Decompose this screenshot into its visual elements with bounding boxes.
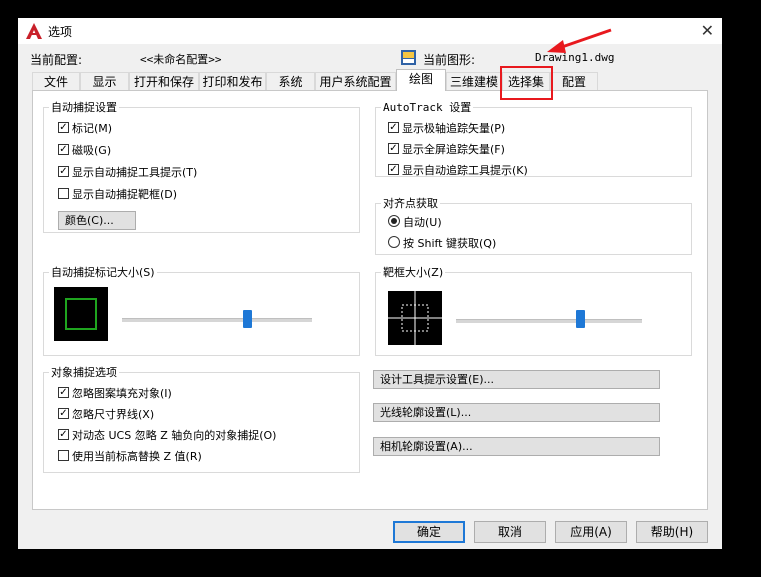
autotrack-tooltip-label: 显示自动追踪工具提示(K) (402, 164, 528, 177)
marker-size-slider-thumb[interactable] (243, 310, 252, 328)
current-drawing-label: 当前图形: (423, 53, 476, 67)
magnet-checkbox[interactable]: ✓ (58, 144, 69, 155)
close-icon[interactable]: ✕ (701, 21, 714, 40)
replace-z-label: 使用当前标高替换 Z 值(R) (72, 450, 202, 463)
marker-preview (54, 287, 108, 341)
cancel-button[interactable]: 取消 (474, 521, 546, 543)
object-snap-options-group: 对象捕捉选项 ✓ 忽略图案填充对象(I) ✓ 忽略尺寸界线(X) ✓ 对动态 U… (43, 364, 360, 473)
auto-acquire-radio[interactable] (388, 215, 400, 227)
annotation-arrow-icon (547, 28, 612, 53)
tab-system[interactable]: 系统 (266, 72, 315, 90)
tab-files[interactable]: 文件 (32, 72, 80, 90)
object-snap-options-title: 对象捕捉选项 (49, 364, 119, 380)
tab-3d-modeling[interactable]: 三维建模 (446, 72, 502, 90)
polar-tracking-vector-checkbox[interactable]: ✓ (388, 122, 399, 133)
alignment-acquisition-title: 对齐点获取 (381, 195, 440, 211)
ignore-dimension-lines-checkbox[interactable]: ✓ (58, 408, 69, 419)
ok-button[interactable]: 确定 (393, 521, 465, 543)
ignore-negative-z-checkbox[interactable]: ✓ (58, 429, 69, 440)
window-title: 选项 (48, 25, 73, 39)
apply-button[interactable]: 应用(A) (555, 521, 627, 543)
color-button[interactable]: 颜色(C)... (58, 211, 136, 230)
ignore-hatch-checkbox[interactable]: ✓ (58, 387, 69, 398)
marker-checkbox[interactable]: ✓ (58, 122, 69, 133)
tab-display[interactable]: 显示 (80, 72, 129, 90)
ignore-negative-z-label: 对动态 UCS 忽略 Z 轴负向的对象捕捉(O) (72, 429, 277, 442)
fullscreen-tracking-vector-label: 显示全屏追踪矢量(F) (402, 143, 505, 156)
tab-plot-publish[interactable]: 打印和发布 (199, 72, 266, 90)
polar-tracking-vector-label: 显示极轴追踪矢量(P) (402, 122, 506, 135)
autosnap-marker-size-title: 自动捕捉标记大小(S) (49, 264, 157, 280)
lights-glyph-settings-button[interactable]: 光线轮廓设置(L)... (373, 403, 660, 422)
tab-user-preferences[interactable]: 用户系统配置 (315, 72, 396, 90)
shift-acquire-radio[interactable] (388, 236, 400, 248)
current-profile-value: <<未命名配置>> (140, 53, 222, 66)
fullscreen-tracking-vector-checkbox[interactable]: ✓ (388, 143, 399, 154)
autosnap-settings-title: 自动捕捉设置 (49, 99, 119, 115)
help-button[interactable]: 帮助(H) (636, 521, 708, 543)
replace-z-checkbox[interactable] (58, 450, 69, 461)
ignore-dimension-lines-label: 忽略尺寸界线(X) (72, 408, 155, 421)
auto-acquire-label: 自动(U) (403, 216, 442, 229)
autotrack-settings-title: AutoTrack 设置 (381, 99, 474, 115)
autocad-logo-icon (26, 23, 42, 39)
title-bar: 选项 ✕ (18, 18, 722, 44)
autosnap-settings-group: 自动捕捉设置 ✓ 标记(M) ✓ 磁吸(G) ✓ 显示自动捕捉工具提示(T) 显… (43, 99, 360, 233)
autotrack-settings-group: AutoTrack 设置 ✓ 显示极轴追踪矢量(P) ✓ 显示全屏追踪矢量(F)… (375, 99, 692, 177)
highlight-box (500, 66, 553, 100)
autosnap-marker-size-group: 自动捕捉标记大小(S) (43, 264, 360, 356)
drafting-tooltip-settings-button[interactable]: 设计工具提示设置(E)... (373, 370, 660, 389)
magnet-label: 磁吸(G) (72, 144, 112, 157)
marker-size-slider-track[interactable] (122, 318, 312, 322)
autosnap-tooltip-checkbox[interactable]: ✓ (58, 166, 69, 177)
aperture-size-slider-thumb[interactable] (576, 310, 585, 328)
tab-profiles[interactable]: 配置 (550, 72, 598, 90)
cameras-glyph-settings-button[interactable]: 相机轮廓设置(A)... (373, 437, 660, 456)
marker-label: 标记(M) (72, 122, 113, 135)
tab-open-save[interactable]: 打开和保存 (129, 72, 199, 90)
shift-acquire-label: 按 Shift 键获取(Q) (403, 237, 497, 250)
alignment-acquisition-group: 对齐点获取 自动(U) 按 Shift 键获取(Q) (375, 195, 692, 255)
options-dialog: 选项 ✕ 当前配置: <<未命名配置>> 当前图形: Drawing1.dwg … (18, 18, 722, 549)
ignore-hatch-label: 忽略图案填充对象(I) (72, 387, 172, 400)
aperture-size-title: 靶框大小(Z) (381, 264, 446, 280)
tab-drafting[interactable]: 绘图 (396, 69, 446, 91)
autosnap-aperture-label: 显示自动捕捉靶框(D) (72, 188, 178, 201)
aperture-preview (388, 291, 442, 345)
current-profile-label: 当前配置: (30, 53, 83, 67)
drafting-panel: 自动捕捉设置 ✓ 标记(M) ✓ 磁吸(G) ✓ 显示自动捕捉工具提示(T) 显… (32, 90, 708, 510)
autotrack-tooltip-checkbox[interactable]: ✓ (388, 164, 399, 175)
aperture-size-group: 靶框大小(Z) (375, 264, 692, 356)
autosnap-aperture-checkbox[interactable] (58, 188, 69, 199)
aperture-size-slider-track[interactable] (456, 319, 642, 323)
drawing-file-icon (401, 50, 416, 65)
autosnap-tooltip-label: 显示自动捕捉工具提示(T) (72, 166, 198, 179)
